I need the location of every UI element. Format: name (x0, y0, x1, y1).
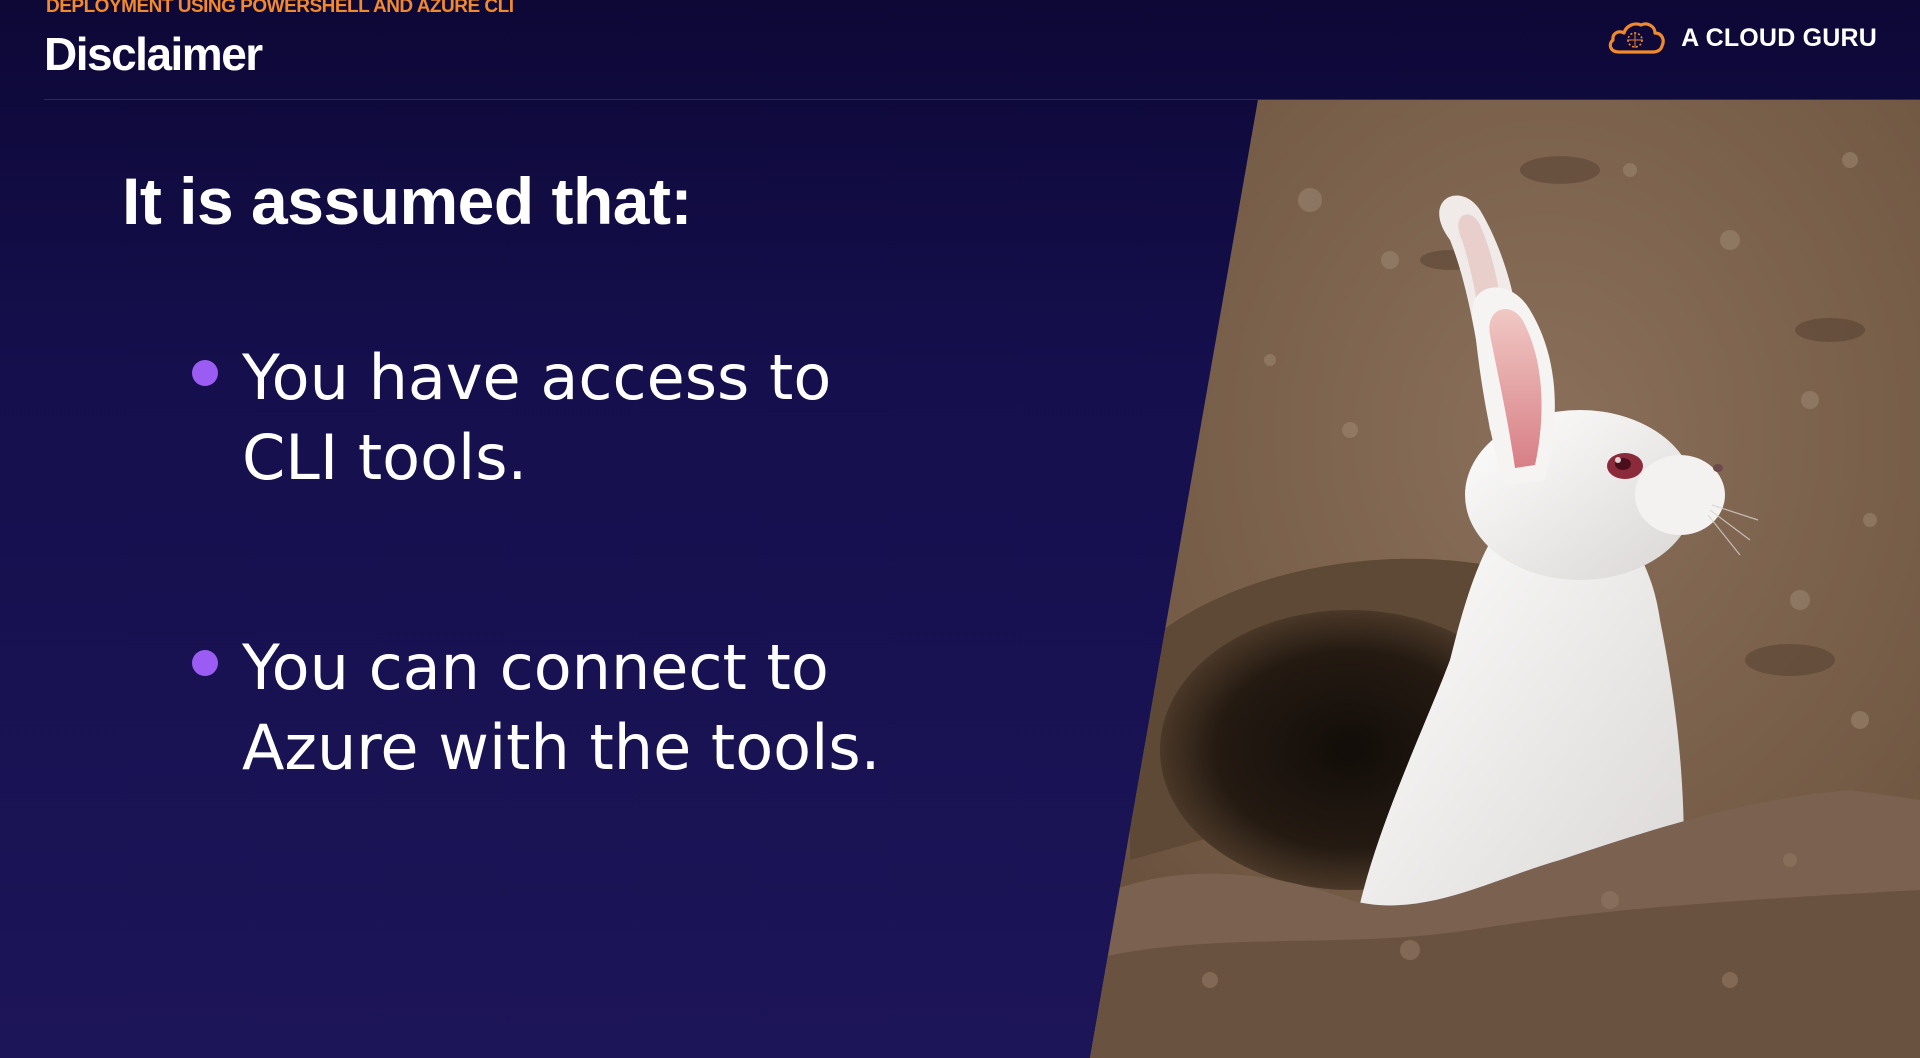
list-item: You can connect to Azure with the tools. (190, 628, 962, 788)
bullet-line: You can connect to (242, 631, 829, 704)
bullet-line: Azure with the tools. (242, 711, 881, 784)
list-item: You have access to CLI tools. (190, 338, 962, 498)
slide-title: Disclaimer (44, 28, 263, 80)
bullet-line: CLI tools. (242, 421, 528, 494)
brand-name: A CLOUD GURU (1681, 23, 1877, 52)
cloud-logo-icon (1608, 22, 1665, 54)
brand: A CLOUD GURU (1605, 16, 1877, 60)
course-label: DEPLOYMENT USING POWERSHELL AND AZURE CL… (46, 0, 514, 17)
header-divider (44, 99, 1920, 100)
slide: DEPLOYMENT USING POWERSHELL AND AZURE CL… (0, 0, 1920, 1058)
bullet-dot-icon (192, 360, 218, 386)
bullet-line: You have access to (242, 341, 832, 414)
lead-heading: It is assumed that: (122, 164, 692, 238)
rabbit-image (1090, 100, 1920, 1058)
rabbit-photo (1090, 100, 1920, 1058)
bullet-list: You have access to CLI tools. You can co… (190, 338, 962, 788)
bullet-dot-icon (192, 650, 218, 676)
